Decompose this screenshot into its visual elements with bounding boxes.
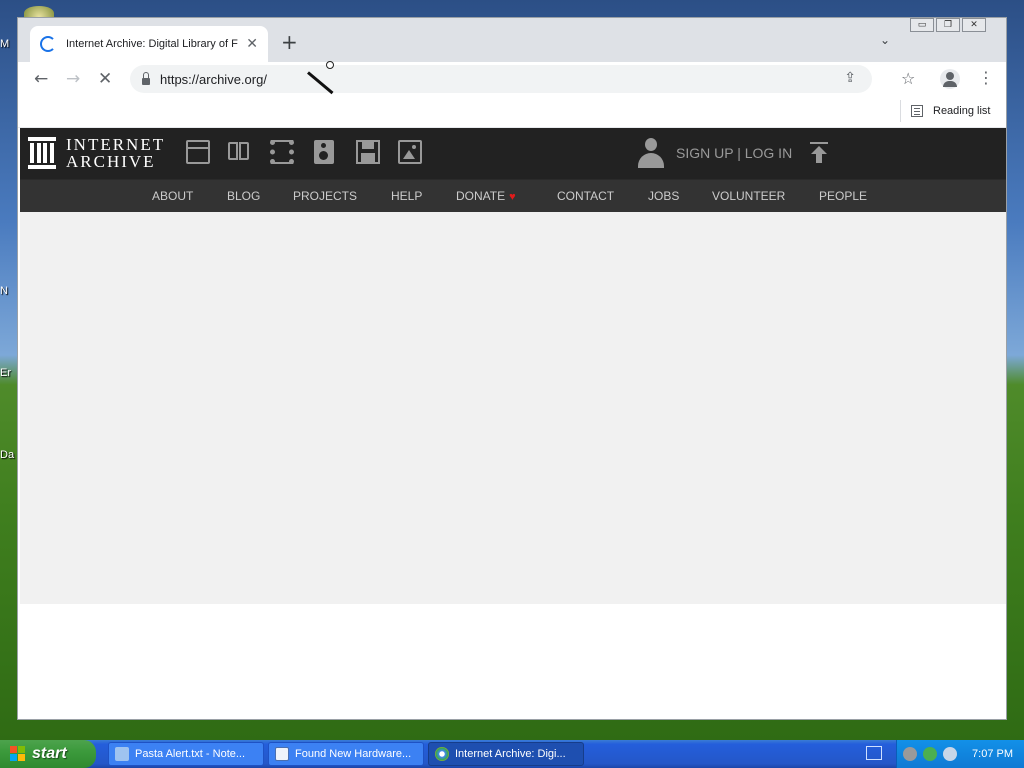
tab-strip: Internet Archive: Digital Library of F ✕… — [18, 18, 1006, 62]
taskbar-item-notepad[interactable]: Pasta Alert.txt - Note... — [108, 742, 264, 766]
browser-toolbar: ← → ✕ https://archive.org/ ⇪ ☆ ⋮ — [18, 62, 1006, 96]
notepad-icon — [115, 747, 129, 761]
nav-volunteer[interactable]: VOLUNTEER — [712, 189, 785, 203]
desktop-icon-label[interactable]: N — [0, 285, 18, 297]
browser-tab[interactable]: Internet Archive: Digital Library of F ✕ — [30, 26, 268, 62]
nav-help[interactable]: HELP — [391, 189, 422, 203]
internet-archive-logo[interactable]: INTERNET ARCHIVE — [28, 136, 165, 170]
logo-line-2: ARCHIVE — [66, 152, 156, 171]
forward-arrow-icon[interactable]: → — [66, 69, 80, 89]
site-header: INTERNET ARCHIVE SIGN UP | LOG IN — [20, 128, 1006, 179]
taskbar-item-found-new-hardware[interactable]: Found New Hardware... — [268, 742, 424, 766]
back-arrow-icon[interactable]: ← — [34, 69, 48, 89]
software-icon[interactable] — [356, 140, 380, 164]
reading-list-button[interactable]: Reading list — [900, 100, 990, 122]
address-bar[interactable]: https://archive.org/ ⇪ — [130, 65, 872, 93]
clock[interactable]: 7:07 PM — [972, 748, 1013, 760]
loading-spinner-icon — [40, 36, 56, 52]
web-icon[interactable] — [186, 140, 210, 164]
tab-close-icon[interactable]: ✕ — [246, 36, 258, 52]
windows-flag-icon — [10, 746, 26, 762]
nav-blog[interactable]: BLOG — [227, 189, 260, 203]
safely-remove-hardware-icon[interactable] — [943, 747, 957, 761]
bookmarks-bar: Reading list — [18, 96, 1006, 128]
desktop-icon-label[interactable]: Da — [0, 449, 18, 461]
nav-people[interactable]: PEOPLE — [819, 189, 867, 203]
new-tab-button[interactable]: + — [281, 32, 298, 52]
taskbar-item-label: Pasta Alert.txt - Note... — [135, 748, 246, 760]
page-loading-area — [20, 212, 1006, 604]
stop-loading-icon[interactable]: ✕ — [98, 69, 112, 89]
reading-list-icon — [911, 105, 923, 117]
mouse-cursor-icon — [306, 57, 340, 89]
upload-icon[interactable] — [810, 142, 828, 164]
system-tray: 7:07 PM — [896, 740, 1024, 768]
minimize-button[interactable]: ▭ — [910, 18, 934, 32]
window-icon — [275, 747, 289, 761]
nav-projects[interactable]: PROJECTS — [293, 189, 357, 203]
logo-line-1: INTERNET — [66, 135, 166, 154]
chrome-icon — [435, 747, 449, 761]
nav-jobs[interactable]: JOBS — [648, 189, 679, 203]
taskbar-item-label: Found New Hardware... — [295, 748, 412, 760]
network-icon[interactable] — [923, 747, 937, 761]
start-label: start — [32, 745, 67, 762]
speaker-icon[interactable] — [903, 747, 917, 761]
lock-icon[interactable] — [142, 71, 150, 85]
bookmark-star-icon[interactable]: ☆ — [901, 69, 915, 88]
nav-contact[interactable]: CONTACT — [557, 189, 614, 203]
nav-donate[interactable]: DONATE ♥ — [456, 189, 516, 203]
taskbar: start Pasta Alert.txt - Note... Found Ne… — [0, 740, 1024, 768]
browser-menu-icon[interactable]: ⋮ — [978, 68, 994, 87]
restore-button[interactable]: ❐ — [936, 18, 960, 32]
url-text[interactable]: https://archive.org/ — [160, 72, 267, 87]
share-icon[interactable]: ⇪ — [844, 70, 856, 86]
desktop-icon-label[interactable]: M — [0, 38, 18, 50]
texts-icon[interactable] — [228, 140, 252, 164]
profile-avatar-icon[interactable] — [940, 69, 960, 89]
window-controls: ▭ ❐ ✕ — [910, 18, 986, 32]
keyboard-icon[interactable] — [866, 746, 882, 760]
heart-icon: ♥ — [509, 191, 516, 203]
browser-window: Internet Archive: Digital Library of F ✕… — [17, 17, 1007, 720]
taskbar-item-label: Internet Archive: Digi... — [455, 748, 566, 760]
site-nav: ABOUT BLOG PROJECTS HELP DONATE ♥ CONTACT… — [20, 179, 1006, 213]
taskbar-item-internet-archive[interactable]: Internet Archive: Digi... — [428, 742, 584, 766]
reading-list-label: Reading list — [933, 105, 991, 117]
sign-up-log-in-link[interactable]: SIGN UP | LOG IN — [676, 145, 792, 161]
tab-search-chevron-icon[interactable]: ⌄ — [880, 33, 890, 47]
video-icon[interactable] — [270, 140, 294, 164]
archive-building-icon — [28, 137, 56, 169]
start-button[interactable]: start — [0, 740, 96, 768]
user-icon[interactable] — [638, 138, 664, 168]
tab-title: Internet Archive: Digital Library of F — [66, 38, 238, 50]
close-window-button[interactable]: ✕ — [962, 18, 986, 32]
desktop-icon-label[interactable]: Er — [0, 367, 18, 379]
images-icon[interactable] — [398, 140, 422, 164]
logo-text: INTERNET ARCHIVE — [66, 136, 165, 170]
nav-about[interactable]: ABOUT — [152, 189, 193, 203]
page-viewport: INTERNET ARCHIVE SIGN UP | LOG IN ABOUT … — [20, 128, 1006, 719]
audio-icon[interactable] — [314, 140, 334, 164]
nav-donate-label: DONATE — [456, 189, 506, 203]
